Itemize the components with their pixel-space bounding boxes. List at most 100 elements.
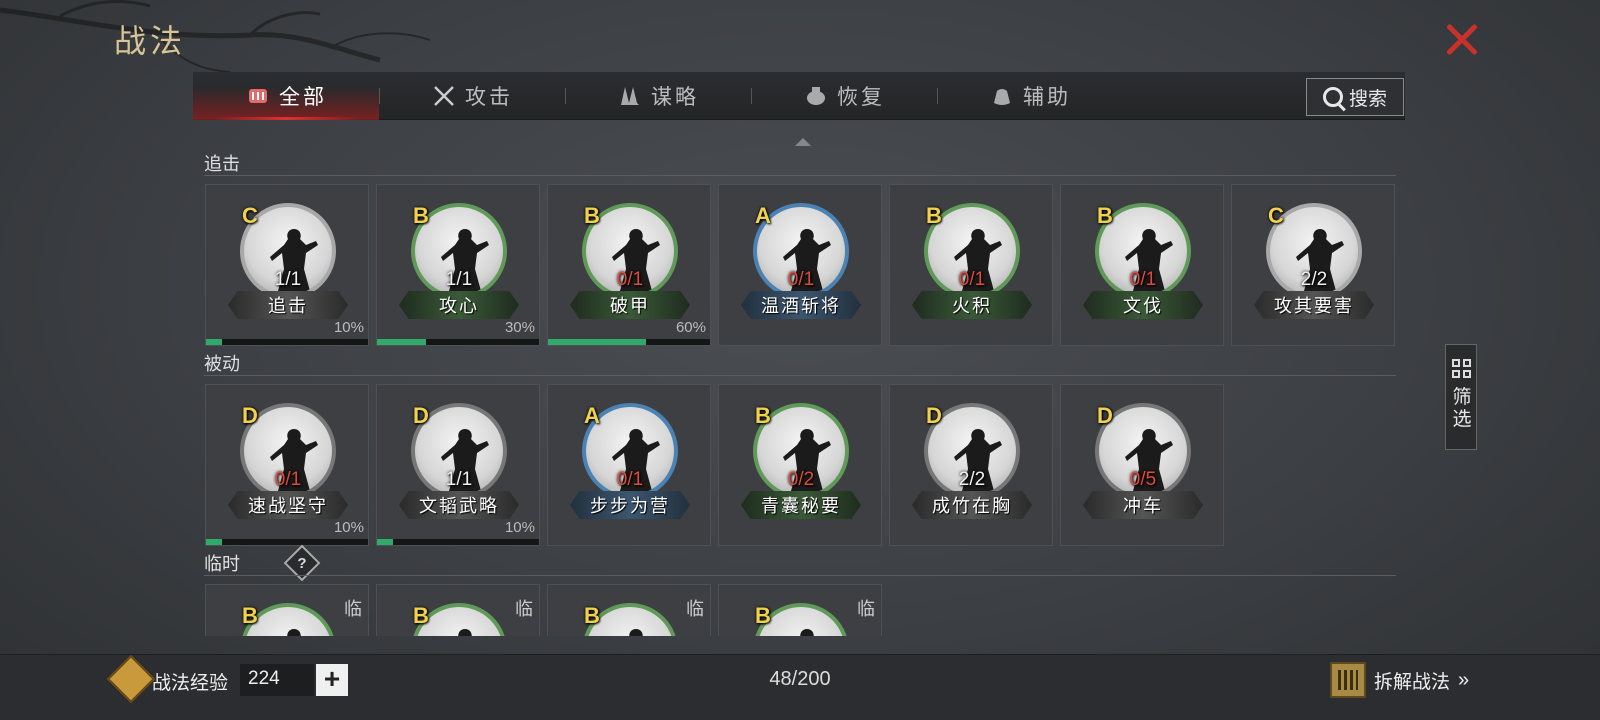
tab-all[interactable]: 全部 <box>193 72 379 120</box>
grade-badge: B <box>413 203 429 228</box>
owned-count: 0/1 <box>958 269 986 290</box>
owned-count: 0/1 <box>787 269 815 290</box>
grade-badge: D <box>1097 403 1113 428</box>
skill-card[interactable]: D 0/1 速战坚守 10% <box>205 384 369 546</box>
section-divider <box>204 575 1396 576</box>
progress-bar <box>377 539 539 545</box>
progress-fill <box>377 339 427 345</box>
progress-bar <box>548 339 710 345</box>
owned-count: 0/1 <box>616 269 644 290</box>
disassemble-icon <box>1330 662 1366 698</box>
tab-label: 谋略 <box>651 86 699 109</box>
temporary-tag: 临 <box>515 599 533 619</box>
skill-card[interactable]: B 0/1 文伐 <box>1060 184 1224 346</box>
skill-name: 攻心 <box>399 291 519 319</box>
tab-label: 恢复 <box>837 86 885 109</box>
grade-badge: A <box>755 203 771 228</box>
tab-support[interactable]: 辅助 <box>937 72 1123 120</box>
tab-recovery[interactable]: 恢复 <box>751 72 937 120</box>
skill-card[interactable]: B 0/1 破甲 60% <box>547 184 711 346</box>
pouch-icon <box>994 89 1010 105</box>
grid-icon <box>1452 359 1472 379</box>
skill-card[interactable]: C 2/2 攻其要害 <box>1231 184 1395 346</box>
tab-label: 攻击 <box>465 86 513 109</box>
tab-label: 辅助 <box>1023 86 1071 109</box>
help-icon: ? <box>297 554 307 572</box>
temporary-tag: 临 <box>857 599 875 619</box>
tab-attack[interactable]: 攻击 <box>379 72 565 120</box>
temporary-tag: 临 <box>344 599 362 619</box>
section-divider <box>204 375 1396 376</box>
disassemble-label: 拆解战法 <box>1374 671 1451 693</box>
skill-card[interactable]: B 0/2 青囊秘要 <box>718 384 882 546</box>
skill-card[interactable]: B 1/1 攻心 30% <box>376 184 540 346</box>
progress-percent: 60% <box>675 319 706 336</box>
scroll-icon <box>249 89 267 103</box>
disassemble-button[interactable]: 拆解战法 » <box>1330 662 1469 698</box>
tab-strategy[interactable]: 谋略 <box>565 72 751 120</box>
search-button[interactable]: 搜索 <box>1306 78 1404 116</box>
grade-badge: B <box>1097 203 1113 228</box>
progress-percent: 10% <box>333 519 364 536</box>
close-button[interactable] <box>1440 18 1486 60</box>
warrior-silhouette <box>458 629 472 636</box>
filter-label: 筛选 <box>1452 387 1472 430</box>
grade-badge: B <box>242 603 258 628</box>
tab-label: 全部 <box>279 86 327 109</box>
grade-badge: B <box>584 603 600 628</box>
skill-card[interactable]: D 0/5 冲车 <box>1060 384 1224 546</box>
double-chevron-icon: » <box>1458 668 1469 691</box>
skill-card[interactable]: C 1/1 追击 10% <box>205 184 369 346</box>
section-divider <box>204 175 1396 176</box>
grade-badge: B <box>755 403 771 428</box>
owned-count: 0/1 <box>274 469 302 490</box>
skill-name: 追击 <box>228 291 348 319</box>
grade-badge: D <box>926 403 942 428</box>
search-label: 搜索 <box>1348 88 1387 110</box>
grade-badge: B <box>755 603 771 628</box>
skill-name: 文伐 <box>1083 291 1203 319</box>
grade-badge: B <box>413 603 429 628</box>
grade-badge: B <box>584 203 600 228</box>
progress-percent: 10% <box>504 519 535 536</box>
skill-name: 破甲 <box>570 291 690 319</box>
skill-name: 成竹在胸 <box>912 491 1032 519</box>
skill-name: 速战坚守 <box>228 491 348 519</box>
grade-badge: C <box>1268 203 1284 228</box>
owned-count: 1/1 <box>445 469 473 490</box>
skill-name: 青囊秘要 <box>741 491 861 519</box>
skill-card[interactable]: D 1/1 文韬武略 10% <box>376 384 540 546</box>
skill-card[interactable]: B临 <box>547 584 711 636</box>
skill-card[interactable]: A 0/1 步步为营 <box>547 384 711 546</box>
grade-badge: D <box>242 403 258 428</box>
filter-button[interactable]: 筛选 <box>1445 344 1477 450</box>
section-label-pursuit: 追击 <box>204 154 240 174</box>
skill-name: 温酒斩将 <box>741 291 861 319</box>
skill-name: 冲车 <box>1083 491 1203 519</box>
progress-fill <box>206 539 223 545</box>
skill-name: 火积 <box>912 291 1032 319</box>
owned-count: 2/2 <box>958 469 986 490</box>
progress-bar <box>377 339 539 345</box>
owned-count: 0/1 <box>1129 269 1157 290</box>
skill-card[interactable]: B临 <box>718 584 882 636</box>
scroll-up-icon <box>795 138 811 146</box>
skill-card[interactable]: B临 <box>205 584 369 636</box>
skill-card[interactable]: A 0/1 温酒斩将 <box>718 184 882 346</box>
warrior-silhouette <box>800 629 814 636</box>
progress-bar <box>206 339 368 345</box>
owned-count: 0/1 <box>616 469 644 490</box>
progress-fill <box>206 339 223 345</box>
progress-fill <box>377 539 394 545</box>
skill-card[interactable]: B 0/1 火积 <box>889 184 1053 346</box>
grade-badge: D <box>413 403 429 428</box>
temporary-tag: 临 <box>686 599 704 619</box>
section-label-passive: 被动 <box>204 354 240 374</box>
owned-count: 1/1 <box>445 269 473 290</box>
progress-percent: 10% <box>333 319 364 336</box>
progress-bar <box>206 539 368 545</box>
skill-card[interactable]: D 2/2 成竹在胸 <box>889 384 1053 546</box>
skill-card[interactable]: B临 <box>376 584 540 636</box>
medicine-pot-icon <box>807 87 825 105</box>
grade-badge: B <box>926 203 942 228</box>
